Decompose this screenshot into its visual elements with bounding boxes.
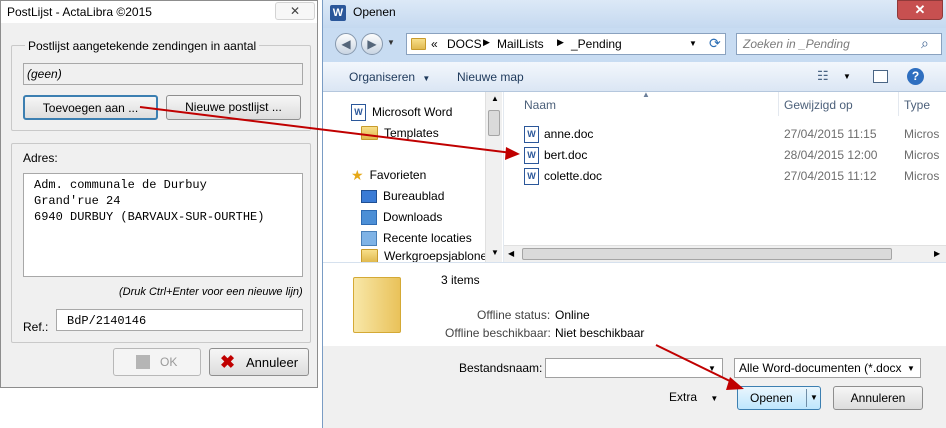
annotation-arrows <box>139 106 744 390</box>
arrow-to-bert <box>139 106 513 154</box>
arrowhead-icon <box>726 377 744 390</box>
arrowhead-icon <box>505 147 520 160</box>
arrow-to-open-button <box>655 344 737 385</box>
